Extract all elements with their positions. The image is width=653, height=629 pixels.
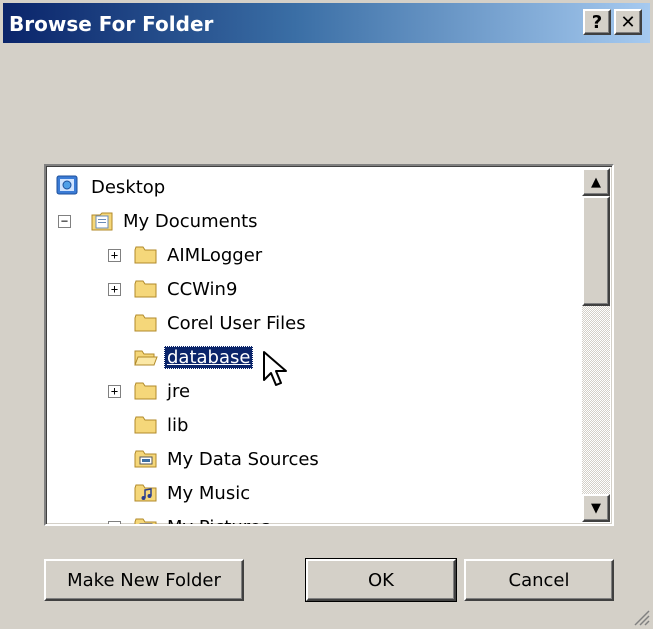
- tree-item-label[interactable]: jre: [164, 380, 193, 403]
- pictures-folder-icon: [134, 518, 157, 524]
- expand-toggle[interactable]: +: [108, 249, 121, 262]
- tree-item-aimlogger[interactable]: + AIMLogger: [46, 238, 582, 272]
- tree-item-my-data-sources[interactable]: My Data Sources: [46, 442, 582, 476]
- close-button[interactable]: ✕: [614, 9, 642, 35]
- desktop-icon: [56, 175, 78, 195]
- tree-item-database[interactable]: database: [46, 340, 582, 374]
- tree-item-label[interactable]: My Music: [164, 482, 253, 505]
- make-new-folder-button[interactable]: Make New Folder: [44, 559, 244, 601]
- resize-grip-icon[interactable]: [629, 605, 651, 627]
- tree-item-desktop[interactable]: Desktop: [46, 170, 582, 204]
- mouse-pointer-icon: [263, 351, 287, 386]
- tree-item-label[interactable]: Corel User Files: [164, 312, 309, 335]
- tree-item-label-selected[interactable]: database: [164, 346, 254, 369]
- tree-item-jre[interactable]: + jre: [46, 374, 582, 408]
- tree-item-my-music[interactable]: My Music: [46, 476, 582, 510]
- tree-item-label[interactable]: lib: [164, 414, 191, 437]
- tree-item-label[interactable]: Desktop: [88, 176, 168, 199]
- collapse-toggle[interactable]: −: [58, 215, 71, 228]
- scroll-up-button[interactable]: ▲: [582, 168, 610, 196]
- my-documents-icon: [91, 212, 113, 231]
- tree-item-label[interactable]: My Data Sources: [164, 448, 322, 471]
- tree-item-corel-user-files[interactable]: Corel User Files: [46, 306, 582, 340]
- folder-icon: [134, 280, 157, 298]
- title-bar[interactable]: Browse For Folder ? ✕: [3, 3, 650, 43]
- tree-item-my-pictures[interactable]: + My Pictures: [46, 510, 582, 524]
- help-button[interactable]: ?: [583, 9, 611, 35]
- open-folder-icon: [134, 350, 158, 366]
- scrollbar-thumb[interactable]: [582, 196, 610, 306]
- tree-item-label[interactable]: My Documents: [120, 210, 261, 233]
- arrow-down-icon: ▼: [591, 500, 601, 516]
- scroll-down-button[interactable]: ▼: [582, 494, 610, 522]
- music-folder-icon: [134, 484, 157, 502]
- folder-icon: [134, 246, 157, 264]
- expand-toggle[interactable]: +: [108, 283, 121, 296]
- arrow-up-icon: ▲: [591, 174, 601, 190]
- tree-item-label[interactable]: My Pictures: [164, 516, 273, 524]
- expand-toggle[interactable]: +: [108, 521, 121, 524]
- folder-icon: [134, 416, 157, 434]
- vertical-scrollbar[interactable]: ▲ ▼: [582, 168, 610, 522]
- folder-tree[interactable]: Desktop − My Documents + AIMLogger + CCW…: [44, 164, 614, 526]
- ok-button[interactable]: OK: [305, 558, 457, 602]
- tree-item-label[interactable]: AIMLogger: [164, 244, 265, 267]
- data-sources-icon: [134, 450, 157, 468]
- folder-icon: [134, 382, 157, 400]
- tree-item-ccwin9[interactable]: + CCWin9: [46, 272, 582, 306]
- tree-item-label[interactable]: CCWin9: [164, 278, 240, 301]
- tree-item-lib[interactable]: lib: [46, 408, 582, 442]
- browse-for-folder-dialog: Browse For Folder ? ✕ Desktop − My Docum…: [0, 0, 653, 629]
- tree-item-my-documents[interactable]: − My Documents: [46, 204, 582, 238]
- expand-toggle[interactable]: +: [108, 385, 121, 398]
- dialog-title: Browse For Folder: [9, 12, 214, 36]
- folder-icon: [134, 314, 157, 332]
- cancel-button[interactable]: Cancel: [464, 559, 614, 601]
